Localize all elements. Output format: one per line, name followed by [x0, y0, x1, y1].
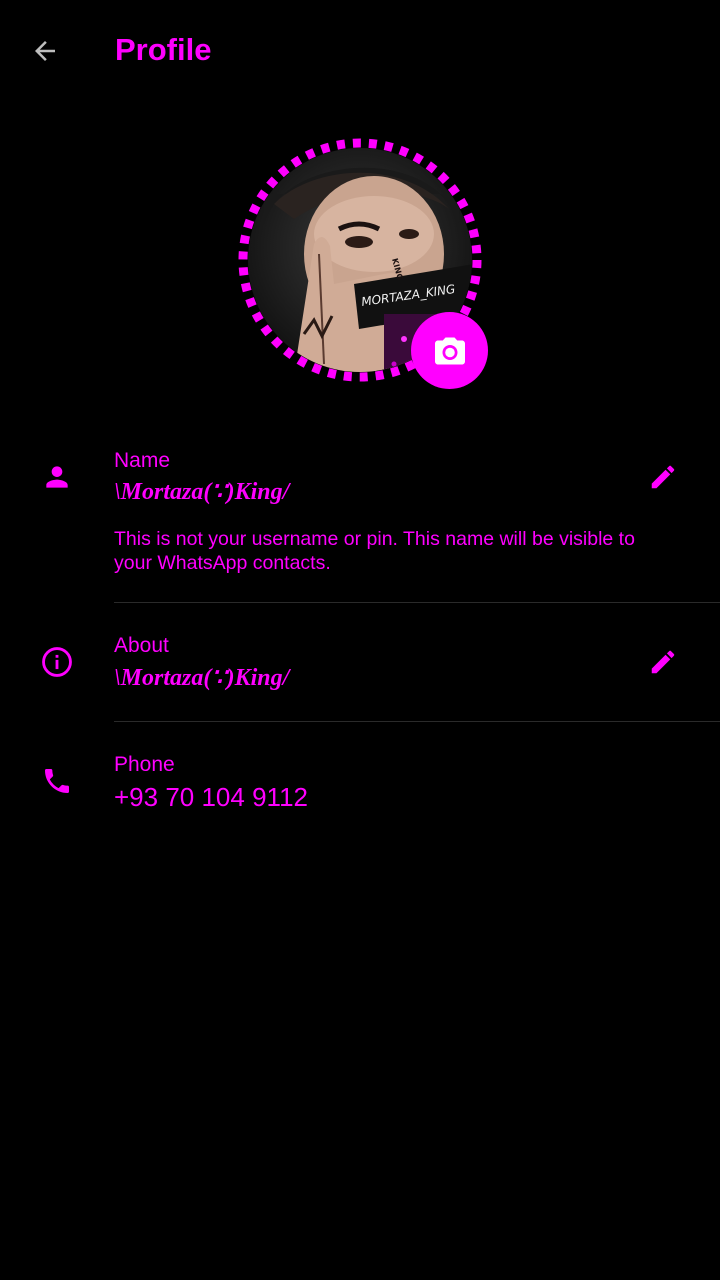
divider: [114, 602, 720, 603]
name-value[interactable]: \Mortaza(∵)King/: [114, 477, 289, 507]
pencil-icon: [651, 465, 675, 489]
divider: [114, 721, 720, 722]
phone-label: Phone: [114, 753, 175, 776]
name-hint-text: This is not your username or pin. This n…: [114, 528, 635, 574]
edit-name-button[interactable]: [640, 454, 686, 500]
pencil-icon: [651, 650, 675, 674]
change-photo-button[interactable]: [411, 312, 488, 389]
edit-about-button[interactable]: [640, 639, 686, 685]
phone-value: +93 70 104 9112: [114, 782, 308, 812]
phone-icon: [34, 758, 80, 804]
camera-icon: [434, 337, 465, 364]
back-button[interactable]: [18, 24, 72, 78]
person-icon: [34, 454, 80, 500]
about-label: About: [114, 634, 169, 657]
about-value[interactable]: \Mortaza(∵)King/: [114, 663, 289, 693]
profile-screen: Profile MORTAZA_KING KING Name \Mortaza(…: [0, 0, 720, 1280]
arrow-back-icon: [35, 41, 55, 61]
info-icon: [34, 639, 80, 685]
name-label: Name: [114, 449, 171, 472]
page-title: Profile: [115, 32, 212, 67]
